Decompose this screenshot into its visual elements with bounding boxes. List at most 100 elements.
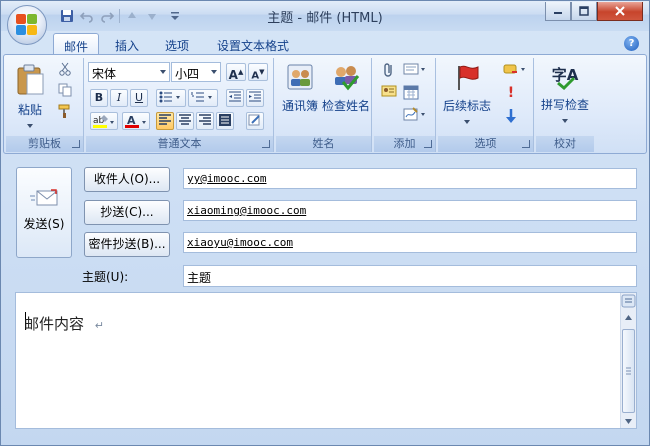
office-logo-icon [16,14,38,36]
send-button[interactable]: 发送(S) [16,167,72,258]
message-body[interactable]: 邮件内容 ↵ [15,292,637,429]
maximize-button[interactable] [571,2,597,21]
mail-compose-window: 主题 - 邮件 (HTML) 邮件 插入 选项 设置文本格式 ? 粘贴 剪贴板 … [0,0,650,446]
align-center-button[interactable] [176,112,194,130]
paste-button[interactable]: 粘贴 [12,62,48,132]
low-importance-icon[interactable] [502,108,520,126]
font-color-icon: A [125,114,146,128]
cut-icon[interactable] [56,62,74,80]
bullets-button[interactable] [156,89,186,107]
business-card-icon[interactable] [380,84,398,102]
dialog-launcher-icon[interactable] [72,140,80,148]
group-basic-text: 宋体 小四 A▲ A▼ B I U ab A 普通文本 [86,58,274,152]
chevron-down-icon [464,119,470,124]
italic-button[interactable]: I [110,89,128,107]
paragraph-mark: ↵ [94,319,105,332]
calendar-icon[interactable] [402,84,420,102]
decrease-indent-button[interactable] [226,89,244,107]
help-icon[interactable]: ? [624,36,639,51]
cc-field[interactable]: xiaoming@imooc.com [183,200,637,221]
underline-button[interactable]: U [130,89,148,107]
increase-indent-button[interactable] [246,89,264,107]
names-group-label: 姓名 [276,136,371,152]
group-options: 后续标志 ! 选项 [438,58,534,152]
font-name-select[interactable]: 宋体 [88,62,170,82]
bcc-field[interactable]: xiaoyu@imooc.com [183,232,637,253]
bold-button[interactable]: B [90,89,108,107]
cc-button[interactable]: 抄送(C)... [84,200,170,225]
bcc-button[interactable]: 密件抄送(B)... [84,232,170,257]
chevron-down-icon [27,123,33,128]
grow-font-button[interactable]: A▲ [226,63,246,82]
shrink-font-button[interactable]: A▼ [248,63,268,81]
ribbon: 粘贴 剪贴板 宋体 小四 A▲ A▼ B I U ab A 普通文本 通讯簿 检… [3,54,647,154]
copy-icon[interactable] [56,83,74,101]
signature-icon[interactable] [402,106,428,124]
dialog-launcher-icon[interactable] [262,140,270,148]
tab-options[interactable]: 选项 [155,33,199,55]
align-left-button[interactable] [156,112,174,130]
bullets-icon [159,91,180,103]
permission-icon[interactable] [502,62,528,80]
scrollbar-thumb[interactable] [622,329,635,413]
group-include: 添加 [374,58,436,152]
spelling-label: 拼写检查 [540,98,589,112]
scroll-down-icon[interactable] [621,414,636,428]
attach-item-icon[interactable] [402,62,428,80]
to-button[interactable]: 收件人(O)... [84,167,170,192]
highlight-button[interactable]: ab [90,112,118,130]
ruler-toggle-icon[interactable] [621,294,636,308]
subject-field[interactable]: 主题 [183,265,637,287]
decrease-indent-icon [229,91,241,102]
subject-label: 主题(U): [82,270,129,284]
check-names-label: 检查姓名 [322,99,371,113]
chevron-down-icon [562,118,568,123]
address-book-button[interactable]: 通讯簿 [280,62,320,114]
tab-mail[interactable]: 邮件 [53,33,100,55]
ribbon-tabs: 邮件 插入 选项 设置文本格式 ? [1,31,649,55]
align-center-icon [179,114,191,125]
styles-icon [248,114,260,126]
dialog-launcher-icon[interactable] [424,140,432,148]
align-right-icon [199,114,211,125]
compose-area: 发送(S) 收件人(O)... 抄送(C)... 密件抄送(B)... yy@i… [7,159,643,442]
font-size-select[interactable]: 小四 [171,62,221,82]
vertical-scrollbar[interactable] [620,293,636,428]
follow-up-button[interactable]: 后续标志 [438,62,496,128]
scroll-up-icon[interactable] [621,311,636,325]
tab-format-text[interactable]: 设置文本格式 [207,33,299,55]
to-field[interactable]: yy@imooc.com [183,168,637,189]
follow-up-label: 后续标志 [442,99,491,113]
justify-icon [219,114,231,126]
address-book-icon [287,64,313,90]
check-names-button[interactable]: 检查姓名 [322,62,370,114]
group-names: 通讯簿 检查姓名 姓名 [276,58,372,152]
check-names-icon [335,66,360,91]
styles-button[interactable] [246,112,264,130]
high-importance-icon[interactable]: ! [502,85,520,103]
flag-icon [458,65,479,90]
tab-insert[interactable]: 插入 [105,33,149,55]
justify-button[interactable] [216,112,234,130]
office-button[interactable] [7,5,47,45]
proofing-group-label: 校对 [536,136,594,152]
send-envelope-icon [30,189,58,206]
close-button[interactable] [597,2,643,21]
paste-icon [17,64,44,95]
align-right-button[interactable] [196,112,214,130]
spelling-icon: 字A [538,62,592,94]
numbering-icon [191,92,212,102]
spelling-button[interactable]: 字A 拼写检查 [538,62,592,127]
align-left-icon [159,114,171,125]
minimize-button[interactable] [545,2,571,21]
format-painter-icon[interactable] [56,104,74,122]
send-label: 发送(S) [23,217,65,231]
numbering-button[interactable] [188,89,218,107]
address-book-label: 通讯簿 [281,99,318,113]
group-proofing: 字A 拼写检查 校对 [536,58,594,152]
font-color-button[interactable]: A [122,112,150,130]
highlight-icon: ab [93,115,114,128]
group-clipboard: 粘贴 剪贴板 [6,58,84,152]
attach-file-icon[interactable] [380,62,398,80]
dialog-launcher-icon[interactable] [522,140,530,148]
